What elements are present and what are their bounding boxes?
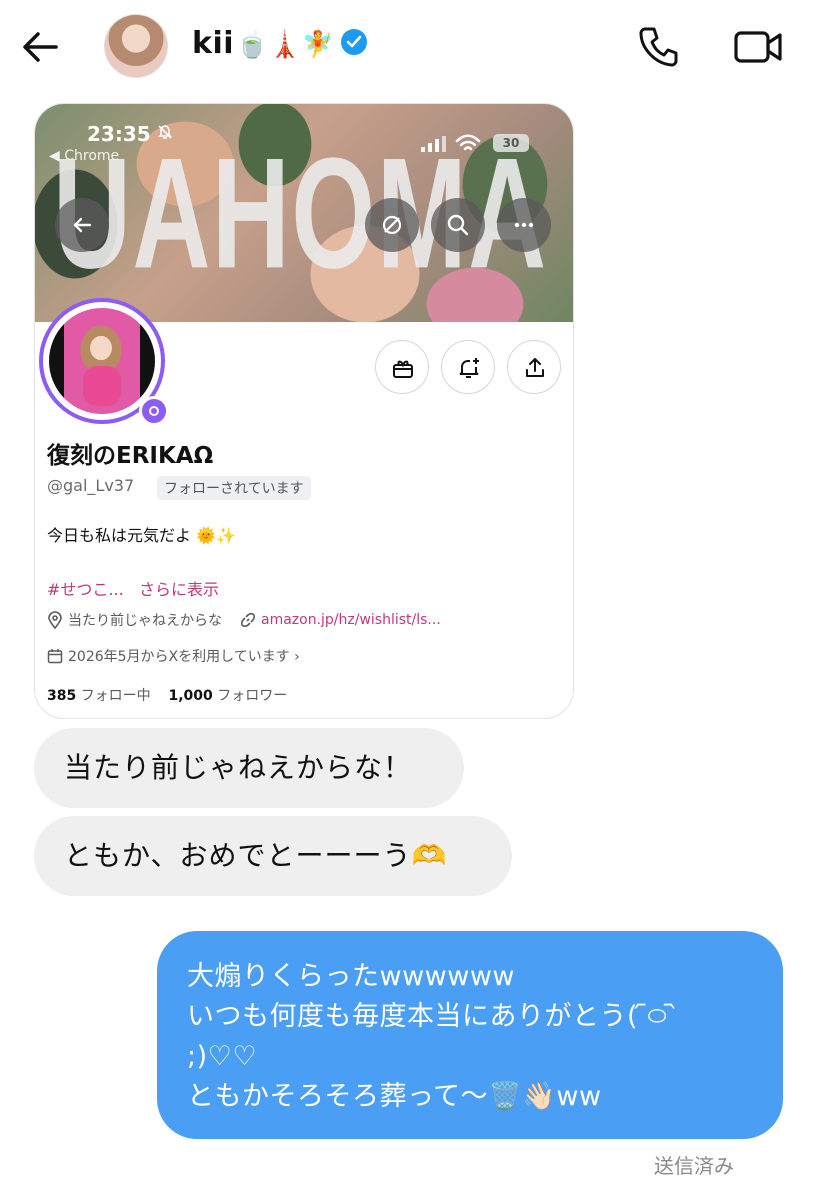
profile-banner: UAHOMA 23:35 ◀ Chrome 30: [35, 104, 573, 322]
back-to-chrome-label: ◀ Chrome: [49, 148, 120, 164]
profile-location: 当たり前じゃねえからな: [68, 613, 222, 629]
back-button[interactable]: [18, 24, 64, 70]
profile-handle: @gal_Lv37: [47, 476, 135, 495]
grok-icon: [382, 215, 402, 235]
profile-back-button: [55, 198, 109, 252]
video-camera-icon: [734, 31, 782, 63]
followers-count: 1,000: [168, 688, 213, 704]
show-more-link: さらに表示: [139, 580, 220, 599]
sent-message-line: いつも何度も毎度本当にありがとう( ᷇࿀ ᷆: [187, 1001, 677, 1032]
notify-button: [441, 340, 495, 394]
profile-display-name: 復刻のERIKAΩ: [47, 443, 214, 469]
profile-more-button: [497, 198, 551, 252]
sent-status-label: 送信済み: [654, 1154, 734, 1178]
grok-button: [365, 198, 419, 252]
profile-search-button: [431, 198, 485, 252]
location-pin-icon: [48, 611, 62, 629]
subscriber-badge-icon: [139, 396, 169, 426]
wifi-icon: [455, 134, 481, 151]
back-arrow-icon: [73, 217, 92, 233]
profile-avatar-image: [49, 308, 155, 414]
link-icon: [241, 613, 255, 627]
profile-joined-date: 2026年5月からXを利用しています ›: [68, 649, 300, 665]
bell-plus-icon: [459, 358, 479, 378]
gift-icon: [393, 360, 413, 378]
follow-counts: 385 フォロー中 1,000 フォロワー: [47, 685, 287, 705]
followers-label: フォロワー: [217, 688, 288, 704]
chat-header: kii🍵🗼🧚: [0, 0, 816, 92]
contact-name[interactable]: kii🍵🗼🧚: [192, 26, 367, 61]
video-call-button[interactable]: [732, 26, 784, 68]
sent-message[interactable]: 大煽りくらったwwwwww いつも何度も毎度本当にありがとう( ᷇࿀ ᷆ ;)♡…: [157, 931, 783, 1139]
back-arrow-icon: [23, 32, 58, 62]
sent-message-line: ともかそろそろ葬って〜🗑️👋🏻ww: [187, 1081, 602, 1112]
profile-hashtag: #せつこ...: [47, 580, 124, 599]
bell-slash-icon: [157, 124, 173, 144]
sent-message-line: 大煽りくらったwwwwww: [187, 961, 515, 992]
profile-joined-row: 2026年5月からXを利用しています ›: [47, 646, 300, 666]
verified-badge-icon: [340, 28, 367, 55]
share-button: [507, 340, 561, 394]
profile-meta-row: 当たり前じゃねえからな amazon.jp/hz/wishlist/ls...: [47, 610, 441, 630]
following-count: 385: [47, 688, 77, 704]
following-label: フォロー中: [80, 688, 151, 704]
received-message[interactable]: 当たり前じゃねえからな！: [34, 728, 464, 808]
more-dots-icon: [514, 222, 534, 228]
voice-call-button[interactable]: [636, 24, 680, 68]
sent-message-line: ;)♡♡: [187, 1041, 258, 1072]
phone-icon: [639, 27, 678, 67]
calendar-icon: [47, 649, 63, 664]
follows-you-badge: フォローされています: [157, 476, 311, 500]
battery-level: 30: [493, 134, 529, 152]
cellular-signal-icon: [421, 136, 446, 152]
contact-name-emoji: 🍵🗼🧚: [236, 30, 335, 60]
contact-avatar[interactable]: [104, 14, 168, 78]
share-icon: [526, 358, 544, 377]
gift-button: [375, 340, 429, 394]
shared-screenshot-message[interactable]: UAHOMA 23:35 ◀ Chrome 30 復刻のERIKAΩ @gal_…: [34, 103, 574, 719]
profile-bio: 今日も私は元気だよ 🌞✨: [47, 526, 236, 545]
search-icon: [447, 214, 469, 236]
contact-name-text: kii: [192, 26, 235, 61]
profile-link: amazon.jp/hz/wishlist/ls...: [261, 612, 441, 628]
status-bar-time: 23:35: [87, 122, 151, 146]
received-message[interactable]: ともか、おめでとーーーう🫶: [34, 816, 512, 896]
profile-avatar: [39, 298, 169, 426]
